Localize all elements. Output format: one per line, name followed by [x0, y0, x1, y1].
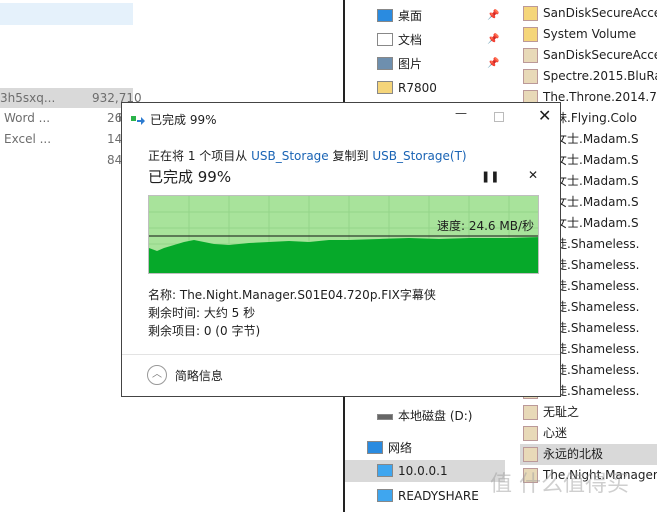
desktop-icon: [377, 9, 393, 22]
file-name: SanDiskSecureAcces: [543, 48, 657, 62]
status-text: 正在将 1 个项目从: [148, 149, 252, 163]
nav-item-label: 网络: [388, 441, 413, 455]
minimize-button[interactable]: —: [455, 106, 467, 120]
file-item[interactable]: System Volume Info: [520, 24, 657, 45]
drive-icon: [377, 414, 393, 420]
file-name: Spectre.2015.BluRay: [543, 69, 657, 83]
computer-icon: [377, 464, 393, 477]
speed-area: [149, 237, 538, 273]
pin-icon[interactable]: 📌: [487, 53, 499, 75]
time-remaining: 剩余时间: 大约 5 秒: [148, 306, 256, 320]
file-name: System Volume Info: [543, 27, 637, 41]
copy-progress-dialog: 已完成 99% — ✕ 正在将 1 个项目从 USB_Storage 复制到 U…: [121, 102, 561, 397]
dialog-title: 已完成 99%: [150, 113, 217, 127]
less-details-button[interactable]: ︿ 简略信息: [147, 365, 223, 385]
file-item[interactable]: 无耻之徒.Shameless.: [520, 402, 657, 423]
row-name: Excel ...: [4, 132, 52, 146]
background-highlight: [0, 3, 133, 25]
file-name: 无耻之徒.Shameless.: [543, 405, 580, 419]
pin-icon[interactable]: 📌: [487, 29, 499, 51]
nav-item[interactable]: 网络: [345, 437, 505, 459]
cancel-button[interactable]: ✕: [528, 168, 538, 182]
nav-item-label: 图片: [398, 57, 423, 71]
computer-icon: [377, 489, 393, 502]
less-details-label: 简略信息: [174, 368, 223, 383]
nav-item[interactable]: 本地磁盘 (D:): [345, 405, 505, 427]
copy-status: 正在将 1 个项目从 USB_Storage 复制到 USB_Storage(T…: [148, 147, 467, 164]
nav-item-label: 桌面: [398, 9, 423, 23]
folder-icon: [377, 81, 393, 94]
items-remaining: 剩余项目: 0 (0 字节): [148, 324, 261, 338]
chevron-up-icon: ︿: [147, 365, 167, 385]
nav-item[interactable]: 图片 📌: [345, 53, 505, 75]
nav-item-label: 文档: [398, 33, 423, 47]
destination-link[interactable]: USB_Storage(T): [372, 149, 466, 163]
folder-icon: [523, 27, 538, 42]
nav-item-label: 10.0.0.1: [398, 464, 448, 478]
speed-label: 速度: 24.6 MB/秒: [436, 219, 534, 233]
pictures-icon: [377, 57, 393, 70]
network-icon: [367, 441, 383, 454]
file-name: 永远的北极熊.Infinite: [543, 447, 604, 461]
video-file-icon: [523, 405, 538, 420]
file-item[interactable]: SanDiskSecureAcces: [520, 45, 657, 66]
background-row[interactable]: Excel ...14 K: [0, 129, 134, 149]
video-file-icon: [523, 69, 538, 84]
row-name: Word ...: [4, 111, 51, 125]
video-file-icon: [523, 426, 538, 441]
background-row[interactable]: Word ...26 K: [0, 108, 134, 128]
file-item[interactable]: Spectre.2015.BluRay: [520, 66, 657, 87]
video-file-icon: [523, 447, 538, 462]
file-item[interactable]: 永远的北极熊.Infinite: [520, 444, 657, 465]
speed-graph: 速度: 24.6 MB/秒: [148, 195, 539, 274]
file-name: SanDiskSecureAcces: [543, 6, 657, 20]
maximize-button[interactable]: [494, 112, 504, 122]
file-name: 名称: The.Night.Manager.S01E04.720p.FIX字幕侠: [148, 288, 436, 302]
file-item[interactable]: 心迷宫.Deep.in.the.H: [520, 423, 657, 444]
nav-item-label: READYSHARE: [398, 489, 479, 503]
documents-icon: [377, 33, 393, 46]
nav-item[interactable]: READYSHARE: [345, 485, 505, 507]
copy-icon: [131, 114, 145, 125]
nav-item[interactable]: 桌面 📌: [345, 5, 505, 27]
background-row[interactable]: 3h5sxq...932,710 KB: [0, 88, 142, 125]
pin-icon[interactable]: 📌: [487, 5, 499, 27]
file-item[interactable]: SanDiskSecureAcces: [520, 3, 657, 24]
speed-graph-svg: [149, 196, 538, 273]
file-name: 心迷宫.Deep.in.the.H: [543, 426, 568, 440]
nav-item[interactable]: R7800: [345, 77, 505, 99]
pause-button[interactable]: ❚❚: [481, 170, 499, 183]
video-file-icon: [523, 48, 538, 63]
background-row[interactable]: 84 K: [0, 150, 134, 170]
folder-icon: [523, 6, 538, 21]
nav-item-label: R7800: [398, 81, 437, 95]
nav-item[interactable]: 10.0.0.1: [345, 460, 505, 482]
row-name: 3h5sxq...: [0, 91, 56, 105]
watermark: 值 什么值得买: [490, 472, 629, 497]
close-button[interactable]: ✕: [538, 106, 551, 125]
nav-item[interactable]: 文档 📌: [345, 29, 505, 51]
divider: [122, 354, 560, 355]
nav-item-label: 本地磁盘 (D:): [398, 409, 473, 423]
source-link[interactable]: USB_Storage: [251, 149, 329, 163]
progress-label: 已完成 99%: [148, 168, 232, 186]
status-text: 复制到: [328, 149, 373, 163]
